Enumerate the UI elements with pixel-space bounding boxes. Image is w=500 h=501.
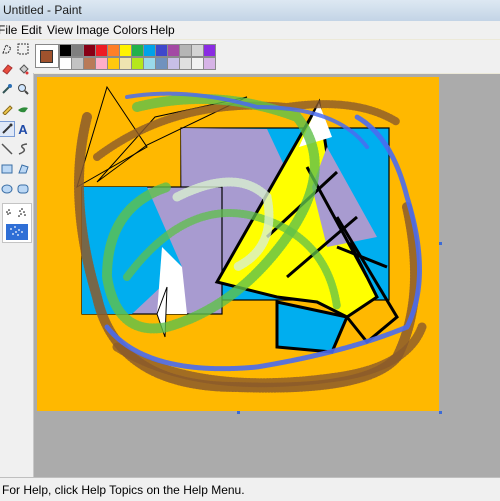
menu-view[interactable]: View bbox=[47, 23, 73, 37]
text-icon[interactable]: A bbox=[16, 121, 30, 137]
fill-icon[interactable] bbox=[16, 62, 30, 76]
status-bar: For Help, click Help Topics on the Help … bbox=[0, 477, 500, 501]
drawing-canvas[interactable] bbox=[37, 77, 439, 411]
pencil-icon[interactable] bbox=[0, 102, 14, 116]
select-icon[interactable] bbox=[16, 42, 30, 56]
resize-handle-bottom[interactable] bbox=[237, 411, 240, 414]
text-tool-glyph: A bbox=[18, 121, 28, 137]
brush-icon[interactable] bbox=[16, 102, 30, 116]
resize-handle-corner[interactable] bbox=[439, 411, 442, 414]
curve-icon[interactable] bbox=[16, 142, 30, 156]
polygon-icon[interactable] bbox=[16, 162, 30, 176]
spray-size-options bbox=[2, 203, 32, 243]
foreground-color-swatch[interactable] bbox=[40, 50, 53, 63]
pick-color-icon[interactable] bbox=[0, 82, 14, 96]
artwork bbox=[37, 77, 439, 411]
magnifier-icon[interactable] bbox=[16, 82, 30, 96]
ellipse-icon[interactable] bbox=[0, 182, 14, 196]
rounded-rectangle-icon[interactable] bbox=[16, 182, 30, 196]
menu-help[interactable]: Help bbox=[150, 23, 175, 37]
current-colors[interactable] bbox=[35, 44, 59, 68]
canvas-workspace bbox=[34, 74, 500, 477]
title-bar: Untitled - Paint bbox=[0, 0, 500, 22]
palette-swatch[interactable] bbox=[203, 57, 216, 70]
window-title: Untitled - Paint bbox=[3, 3, 82, 17]
color-palette bbox=[33, 40, 500, 73]
menu-file[interactable]: File bbox=[0, 23, 17, 37]
line-icon[interactable] bbox=[0, 142, 14, 156]
status-text: For Help, click Help Topics on the Help … bbox=[2, 483, 245, 497]
menu-bar: File Edit View Image Colors Help bbox=[0, 21, 500, 39]
eraser-icon[interactable] bbox=[0, 62, 14, 76]
menu-edit[interactable]: Edit bbox=[21, 23, 42, 37]
palette-swatch[interactable] bbox=[203, 44, 216, 57]
airbrush-icon[interactable] bbox=[0, 121, 15, 137]
free-form-select-icon[interactable] bbox=[0, 42, 14, 56]
menu-image[interactable]: Image bbox=[76, 23, 109, 37]
rectangle-icon[interactable] bbox=[0, 162, 14, 176]
toolbox: A bbox=[0, 40, 34, 477]
menu-colors[interactable]: Colors bbox=[113, 23, 148, 37]
resize-handle-right[interactable] bbox=[439, 242, 442, 245]
